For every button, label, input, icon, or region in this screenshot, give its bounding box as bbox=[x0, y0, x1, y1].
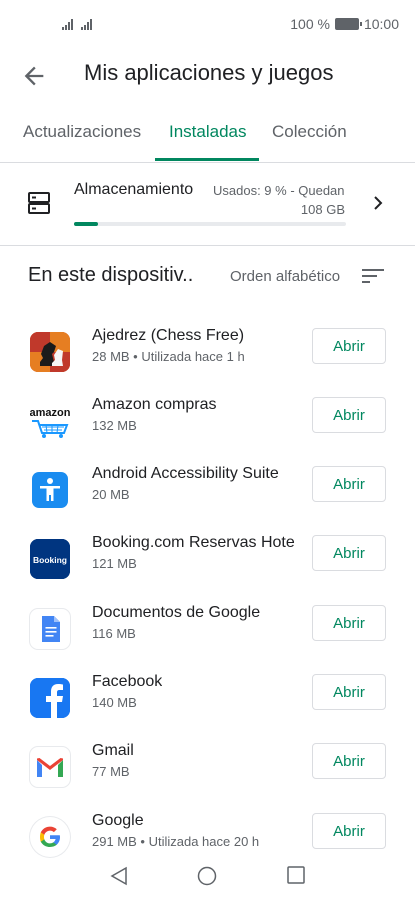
open-button[interactable]: Abrir bbox=[312, 743, 386, 779]
amazon-wordmark: amazon bbox=[30, 407, 70, 419]
tab-actualizaciones[interactable]: Actualizaciones bbox=[23, 122, 141, 142]
facebook-icon bbox=[30, 678, 70, 718]
storage-card[interactable]: Almacenamiento Usados: 9 % - Quedan 108 … bbox=[0, 163, 415, 246]
app-name: Android Accessibility Suite bbox=[92, 465, 279, 482]
chess-icon bbox=[30, 332, 70, 372]
section-title: En este dispositiv.. bbox=[28, 264, 194, 286]
open-button[interactable]: Abrir bbox=[312, 328, 386, 364]
open-button[interactable]: Abrir bbox=[312, 535, 386, 571]
section-header: En este dispositiv.. Orden alfabético bbox=[0, 262, 415, 292]
tab-instaladas[interactable]: Instaladas bbox=[169, 122, 247, 142]
booking-wordmark: Booking bbox=[33, 555, 67, 565]
app-row-ajedrez[interactable]: Ajedrez (Chess Free) 28 MB • Utilizada h… bbox=[0, 327, 415, 387]
signal-icon bbox=[81, 18, 92, 30]
app-name: Google bbox=[92, 812, 144, 829]
open-button[interactable]: Abrir bbox=[312, 813, 386, 849]
app-meta: 291 MB • Utilizada hace 20 h bbox=[92, 834, 260, 849]
open-button[interactable]: Abrir bbox=[312, 466, 386, 502]
gmail-icon bbox=[30, 747, 70, 787]
open-button[interactable]: Abrir bbox=[312, 605, 386, 641]
accessibility-icon bbox=[30, 470, 70, 510]
app-meta: 28 MB • Utilizada hace 1 h bbox=[92, 349, 245, 364]
clock: 10:00 bbox=[363, 16, 399, 32]
app-row-facebook[interactable]: Facebook 140 MB Abrir bbox=[0, 673, 415, 733]
signal-icons bbox=[62, 18, 92, 30]
battery-text: 100 % bbox=[290, 16, 330, 32]
storage-progress-bar bbox=[74, 222, 346, 226]
sort-label[interactable]: Orden alfabético bbox=[230, 268, 340, 285]
page-title: Mis aplicaciones y juegos bbox=[84, 60, 334, 85]
storage-title: Almacenamiento bbox=[74, 181, 194, 198]
app-row-amazon[interactable]: amazon Amazon compras 132 MB Abrir bbox=[0, 396, 415, 456]
app-name: Amazon compras bbox=[92, 396, 217, 413]
amazon-icon: amazon bbox=[30, 401, 70, 441]
nav-back-icon[interactable] bbox=[110, 866, 128, 886]
signal-icon bbox=[62, 18, 73, 30]
open-button[interactable]: Abrir bbox=[312, 674, 386, 710]
tab-bar: Actualizaciones Instaladas Colección bbox=[0, 112, 415, 163]
app-row-booking[interactable]: Booking Booking.com Reservas Hote 121 MB… bbox=[0, 534, 415, 594]
chevron-right-icon bbox=[374, 196, 383, 210]
app-row-gmail[interactable]: Gmail 77 MB Abrir bbox=[0, 742, 415, 802]
app-meta: 77 MB bbox=[92, 764, 130, 779]
app-name: Gmail bbox=[92, 742, 134, 759]
nav-home-icon[interactable] bbox=[197, 866, 217, 886]
app-name: Ajedrez (Chess Free) bbox=[92, 327, 245, 344]
app-bar: Mis aplicaciones y juegos bbox=[0, 48, 415, 104]
app-meta: 116 MB bbox=[92, 626, 136, 641]
app-name: Documentos de Google bbox=[92, 604, 261, 621]
storage-free-text: 108 GB bbox=[300, 202, 345, 217]
status-bar: 100 % 10:00 bbox=[0, 0, 415, 48]
storage-progress-fill bbox=[74, 222, 99, 226]
app-name: Booking.com Reservas Hote bbox=[92, 534, 295, 551]
active-tab-indicator bbox=[155, 158, 259, 161]
app-meta: 140 MB bbox=[92, 695, 137, 710]
system-nav-bar bbox=[0, 856, 415, 900]
booking-icon: Booking bbox=[30, 539, 70, 579]
app-row-accessibility[interactable]: Android Accessibility Suite 20 MB Abrir bbox=[0, 465, 415, 525]
app-meta: 132 MB bbox=[92, 418, 137, 433]
battery-icon bbox=[334, 18, 362, 30]
open-button[interactable]: Abrir bbox=[312, 397, 386, 433]
sort-icon[interactable] bbox=[362, 268, 384, 284]
storage-used-text: Usados: 9 % - Quedan bbox=[213, 183, 345, 198]
storage-icon bbox=[28, 192, 50, 214]
app-row-docs[interactable]: Documentos de Google 116 MB Abrir bbox=[0, 604, 415, 664]
app-meta: 20 MB bbox=[92, 487, 130, 502]
back-arrow-icon[interactable] bbox=[20, 62, 48, 90]
app-name: Facebook bbox=[92, 673, 163, 690]
tab-coleccion[interactable]: Colección bbox=[272, 122, 347, 142]
google-icon bbox=[30, 817, 70, 857]
app-meta: 121 MB bbox=[92, 556, 137, 571]
google-docs-icon bbox=[30, 609, 70, 649]
nav-recent-apps-icon[interactable] bbox=[287, 866, 305, 884]
